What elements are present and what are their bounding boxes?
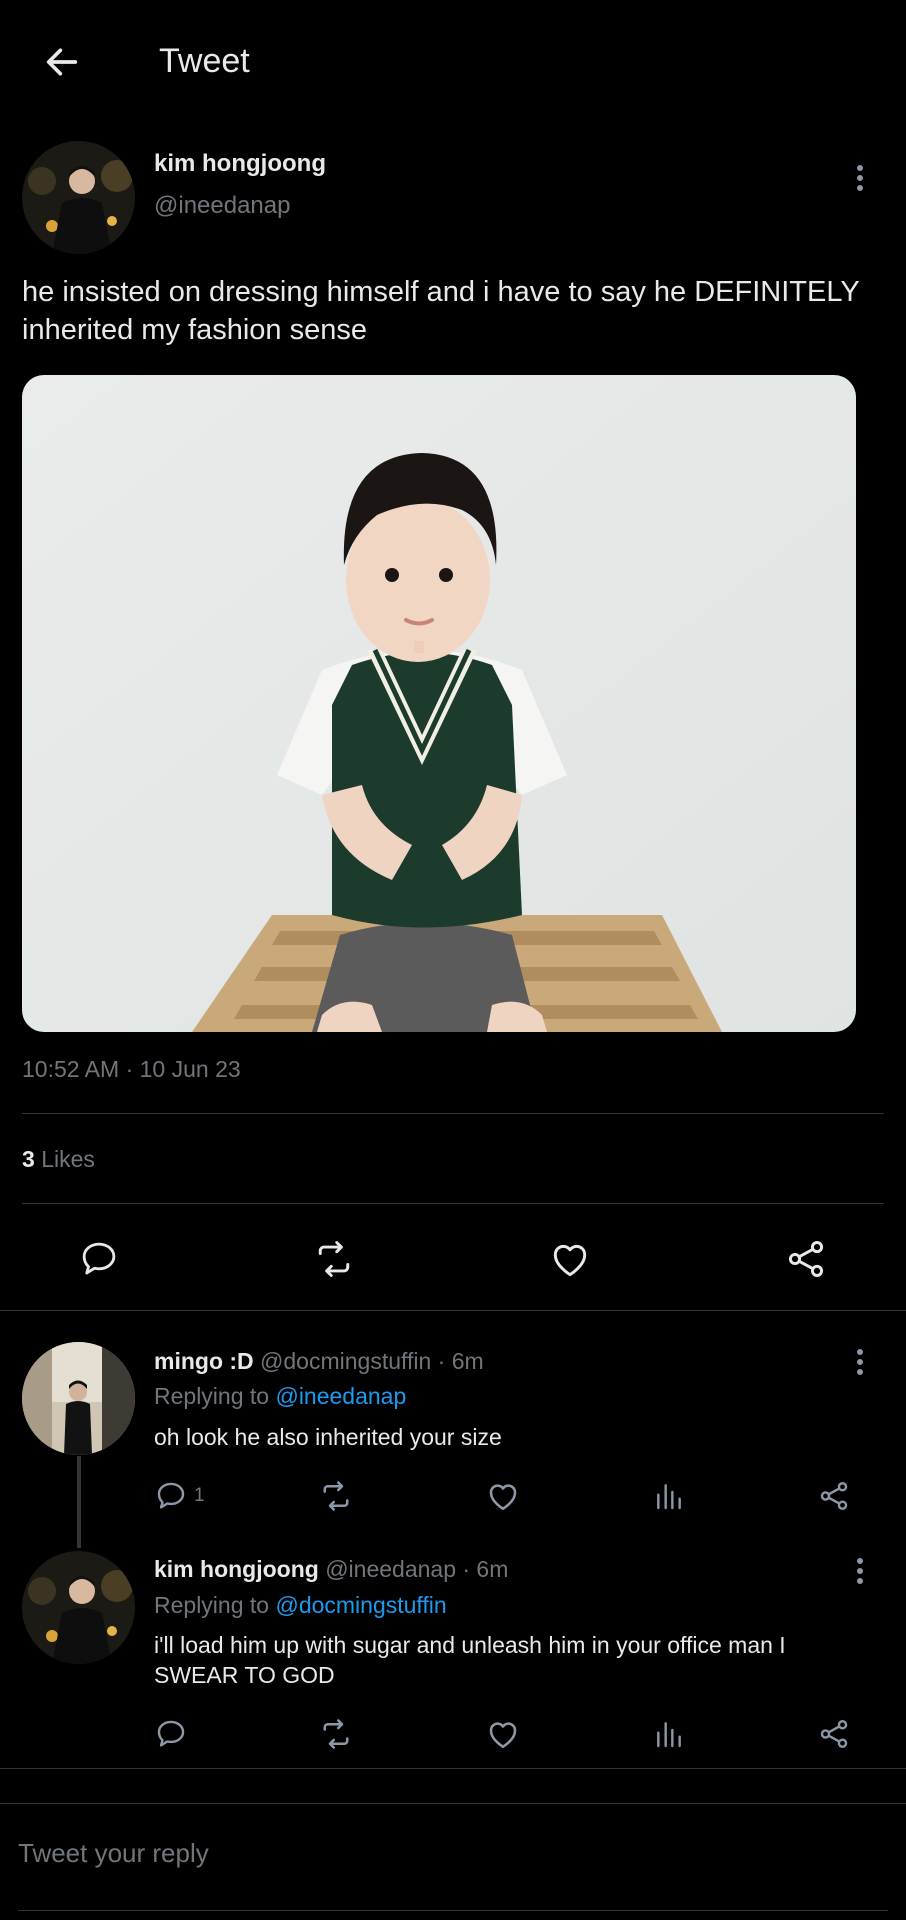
reply-avatar[interactable] <box>22 1551 135 1664</box>
reply-button[interactable] <box>154 1716 188 1752</box>
like-icon <box>489 1722 517 1749</box>
author-name[interactable]: kim hongjoong <box>154 150 326 178</box>
retweet-button[interactable] <box>318 1716 354 1752</box>
replying-prefix: Replying to <box>154 1592 276 1618</box>
share-icon <box>820 1482 848 1510</box>
share-icon <box>820 1720 848 1748</box>
reply-text: i'll load him up with sugar and unleash … <box>154 1632 786 1688</box>
divider <box>0 1803 906 1804</box>
more-options-icon[interactable] <box>845 1342 875 1382</box>
reply-input[interactable]: Tweet your reply <box>18 1838 209 1869</box>
replying-prefix: Replying to <box>154 1383 276 1409</box>
tweet-photo[interactable] <box>22 375 856 1032</box>
likes-number: 3 <box>22 1146 35 1172</box>
reply-author-name[interactable]: mingo :D <box>154 1348 254 1374</box>
like-icon <box>489 1484 517 1511</box>
reply-icon <box>82 1242 116 1275</box>
reply-meta: @ineedanap · 6m <box>325 1556 509 1582</box>
reply-text: oh look he also inherited your size <box>154 1424 502 1450</box>
thread-line <box>77 1456 81 1548</box>
share-button[interactable] <box>816 1478 852 1514</box>
mention-link[interactable]: @docmingstuffin <box>275 1592 446 1618</box>
like-button[interactable] <box>485 1478 521 1514</box>
back-button[interactable] <box>36 36 88 88</box>
analytics-button[interactable] <box>651 1478 687 1514</box>
divider <box>0 1768 906 1769</box>
divider <box>22 1113 884 1114</box>
reply-header: kim hongjoong @ineedanap · 6m <box>154 1556 508 1583</box>
arrow-left-icon <box>46 48 78 76</box>
like-button[interactable] <box>485 1716 521 1752</box>
retweet-button[interactable] <box>311 1236 357 1282</box>
reply-author-name[interactable]: kim hongjoong <box>154 1556 319 1582</box>
share-button[interactable] <box>783 1236 829 1282</box>
reply-count: 1 <box>194 1485 205 1506</box>
retweet-button[interactable] <box>318 1478 354 1514</box>
author-handle[interactable]: @ineedanap <box>154 192 290 220</box>
author-avatar[interactable] <box>22 141 135 254</box>
reply-button[interactable]: 1 <box>154 1478 205 1514</box>
retweet-icon <box>323 1481 349 1511</box>
more-options-icon[interactable] <box>845 158 875 198</box>
like-button[interactable] <box>547 1236 593 1282</box>
divider <box>18 1910 888 1911</box>
like-icon <box>553 1244 587 1277</box>
tweet-text: he insisted on dressing himself and i ha… <box>22 276 860 346</box>
analytics-button[interactable] <box>651 1716 687 1752</box>
mention-link[interactable]: @ineedanap <box>275 1383 406 1409</box>
tweet-timestamp: 10:52 AM · 10 Jun 23 <box>22 1056 241 1082</box>
retweet-icon <box>318 1241 350 1277</box>
reply-icon <box>157 1720 185 1747</box>
reply-icon <box>157 1482 185 1509</box>
reply-meta: @docmingstuffin · 6m <box>260 1348 484 1374</box>
reply-avatar[interactable] <box>22 1342 135 1455</box>
share-icon <box>788 1241 824 1277</box>
likes-count[interactable]: 3 Likes <box>22 1146 95 1173</box>
divider <box>0 1310 906 1311</box>
share-button[interactable] <box>816 1716 852 1752</box>
more-options-icon[interactable] <box>845 1551 875 1591</box>
reply-header: mingo :D @docmingstuffin · 6m <box>154 1348 484 1375</box>
likes-label: Likes <box>41 1146 95 1172</box>
page-title: Tweet <box>159 42 250 80</box>
replying-to: Replying to @ineedanap <box>154 1383 406 1410</box>
retweet-icon <box>323 1719 349 1749</box>
analytics-icon <box>657 1484 681 1510</box>
top-bar: Tweet <box>0 0 906 125</box>
replying-to: Replying to @docmingstuffin <box>154 1592 447 1619</box>
reply-button[interactable] <box>76 1236 122 1282</box>
divider <box>22 1203 884 1204</box>
tweet-image <box>22 375 856 1032</box>
analytics-icon <box>657 1722 681 1748</box>
